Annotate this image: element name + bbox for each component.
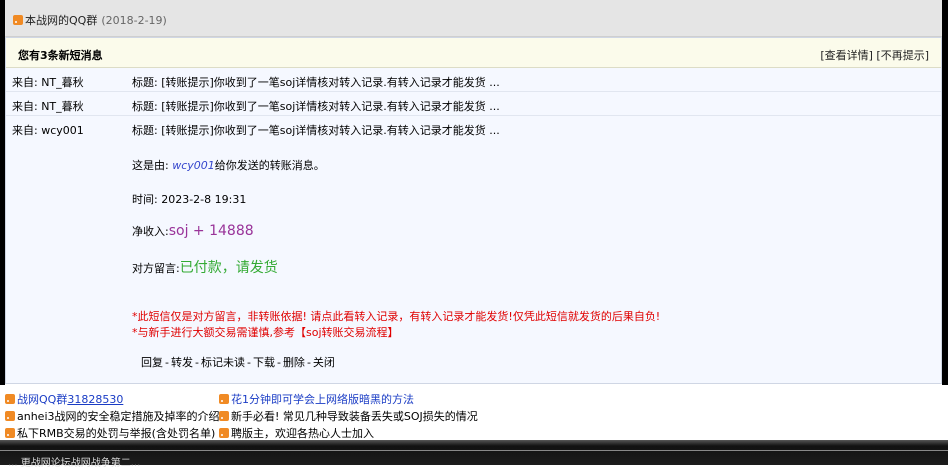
mark-unread-link[interactable]: 标记未读 xyxy=(201,356,245,369)
new-messages-count: 您有3条新短消息 xyxy=(18,49,103,62)
qq-group-number[interactable]: 31828530 xyxy=(67,393,123,406)
right-border xyxy=(942,0,948,440)
close-link[interactable]: 关闭 xyxy=(313,356,335,369)
rss-icon xyxy=(5,394,15,404)
remark-value: 已付款，请发货 xyxy=(179,260,278,276)
message-row[interactable]: 来自: NT_暮秋 标题: [转账提示]你收到了一笔soj详情核对转入记录.有转… xyxy=(6,92,941,116)
message-time: 时间: 2023-2-8 19:31 xyxy=(132,193,247,206)
view-details-link[interactable]: [查看详情] xyxy=(820,49,873,62)
separator: - xyxy=(276,356,281,369)
thread-title-bar: 本战网的QQ群 (2018-2-19) xyxy=(5,0,942,37)
remark-line: 对方留言:已付款，请发货 xyxy=(132,257,278,277)
message-subject[interactable]: 标题: [转账提示]你收到了一笔soj详情核对转入记录.有转入记录才能发货 ..… xyxy=(132,74,500,90)
thread-title-text[interactable]: 本战网的QQ群 xyxy=(25,14,97,27)
tip-2-text[interactable]: anhei3战网的安全稳定措施及掉率的介绍 xyxy=(17,410,220,423)
new-messages-notice: 您有3条新短消息 [查看详情] [不再提示] xyxy=(6,38,941,68)
dismiss-link[interactable]: [不再提示] xyxy=(876,49,929,62)
message-row[interactable]: 来自: NT_暮秋 标题: [转账提示]你收到了一笔soj详情核对转入记录.有转… xyxy=(6,68,941,92)
strip-divider xyxy=(0,450,948,451)
separator: - xyxy=(246,356,251,369)
message-subject[interactable]: 标题: [转账提示]你收到了一笔soj详情核对转入记录.有转入记录才能发货 ..… xyxy=(132,98,500,114)
download-link[interactable]: 下载 xyxy=(253,356,275,369)
separator: - xyxy=(165,356,169,369)
message-actions: 回复 - 转发 - 标记未读 - 下载 - 删除 - 关闭 xyxy=(140,354,336,370)
footer-tip-4[interactable]: 私下RMB交易的处罚与举报(含处罚名单) xyxy=(5,425,215,441)
forum-window: 本战网的QQ群 (2018-2-19) 您有3条新短消息 [查看详情] [不再提示… xyxy=(0,0,948,469)
tip-4-text[interactable]: 私下RMB交易的处罚与举报(含处罚名单) xyxy=(17,427,215,440)
notice-links: [查看详情] [不再提示] xyxy=(820,47,929,63)
amount-value: soj + 14888 xyxy=(168,223,254,239)
footer-tip-5[interactable]: 聘版主，欢迎各热心人士加入 xyxy=(219,425,374,441)
forward-link[interactable]: 转发 xyxy=(171,356,193,369)
rss-icon xyxy=(5,411,15,421)
remark-label: 对方留言: xyxy=(132,262,180,275)
sender-suffix: 给你发送的转账消息。 xyxy=(214,159,325,172)
sender-prefix: 这是由: xyxy=(132,159,173,172)
reply-link[interactable]: 回复 xyxy=(141,356,163,369)
separator: - xyxy=(194,356,199,369)
message-from: 来自: wcy001 xyxy=(12,124,84,137)
tip-5-text[interactable]: 聘版主，欢迎各热心人士加入 xyxy=(231,427,374,440)
amount-line: 净收入:soj + 14888 xyxy=(132,223,254,239)
tip-1-text[interactable]: 花1分钟即可学会上网络版暗黑的方法 xyxy=(231,393,414,406)
message-from: 来自: NT_暮秋 xyxy=(12,100,84,113)
message-from: 来自: NT_暮秋 xyxy=(12,76,84,89)
warning-text-2[interactable]: *与新手进行大额交易需谨慎,参考【soj转账交易流程】 xyxy=(132,324,399,340)
footer-tip-3[interactable]: 新手必看! 常见几种导致装备丢失或SOJ损失的情况 xyxy=(219,408,478,424)
rss-icon xyxy=(219,394,229,404)
delete-link[interactable]: 删除 xyxy=(283,356,305,369)
sender-line: 这是由: wcy001给你发送的转账消息。 xyxy=(132,157,325,173)
sender-link[interactable]: wcy001 xyxy=(172,159,215,172)
rss-icon xyxy=(13,15,23,25)
rss-icon xyxy=(219,411,229,421)
message-row-open[interactable]: 来自: wcy001 标题: [转账提示]你收到了一笔soj详情核对转入记录.有… xyxy=(6,116,941,139)
amount-label: 净收入: xyxy=(132,225,169,238)
forum-footer-links: 战网QQ群31828530 花1分钟即可学会上网络版暗黑的方法 anhei3战网… xyxy=(0,385,948,440)
short-message-panel: 您有3条新短消息 [查看详情] [不再提示] 来自: NT_暮秋 标题: [转账… xyxy=(5,37,942,384)
tip-3-text[interactable]: 新手必看! 常见几种导致装备丢失或SOJ损失的情况 xyxy=(231,410,478,423)
thread-title[interactable]: 本战网的QQ群 (2018-2-19) xyxy=(13,12,167,28)
thread-date: (2018-2-19) xyxy=(101,14,167,27)
rss-icon xyxy=(5,428,15,438)
footer-tip-2[interactable]: anhei3战网的安全稳定措施及掉率的介绍 xyxy=(5,408,220,424)
footer-qq-group[interactable]: 战网QQ群31828530 xyxy=(5,391,123,407)
bottom-strip-text: ... 更战网论坛战网战争第二... xyxy=(8,458,141,469)
warning-text-1[interactable]: *此短信仅是对方留言，非转账依据! 请点此看转入记录，有转入记录才能发货!仅凭此… xyxy=(132,308,660,324)
bottom-dark-strip: ... 更战网论坛战网战争第二... xyxy=(0,440,948,469)
separator: - xyxy=(306,356,311,369)
footer-tip-1[interactable]: 花1分钟即可学会上网络版暗黑的方法 xyxy=(219,391,414,407)
message-subject[interactable]: 标题: [转账提示]你收到了一笔soj详情核对转入记录.有转入记录才能发货 ..… xyxy=(132,122,500,138)
qq-group-label[interactable]: 战网QQ群 xyxy=(17,393,67,406)
rss-icon xyxy=(219,428,229,438)
